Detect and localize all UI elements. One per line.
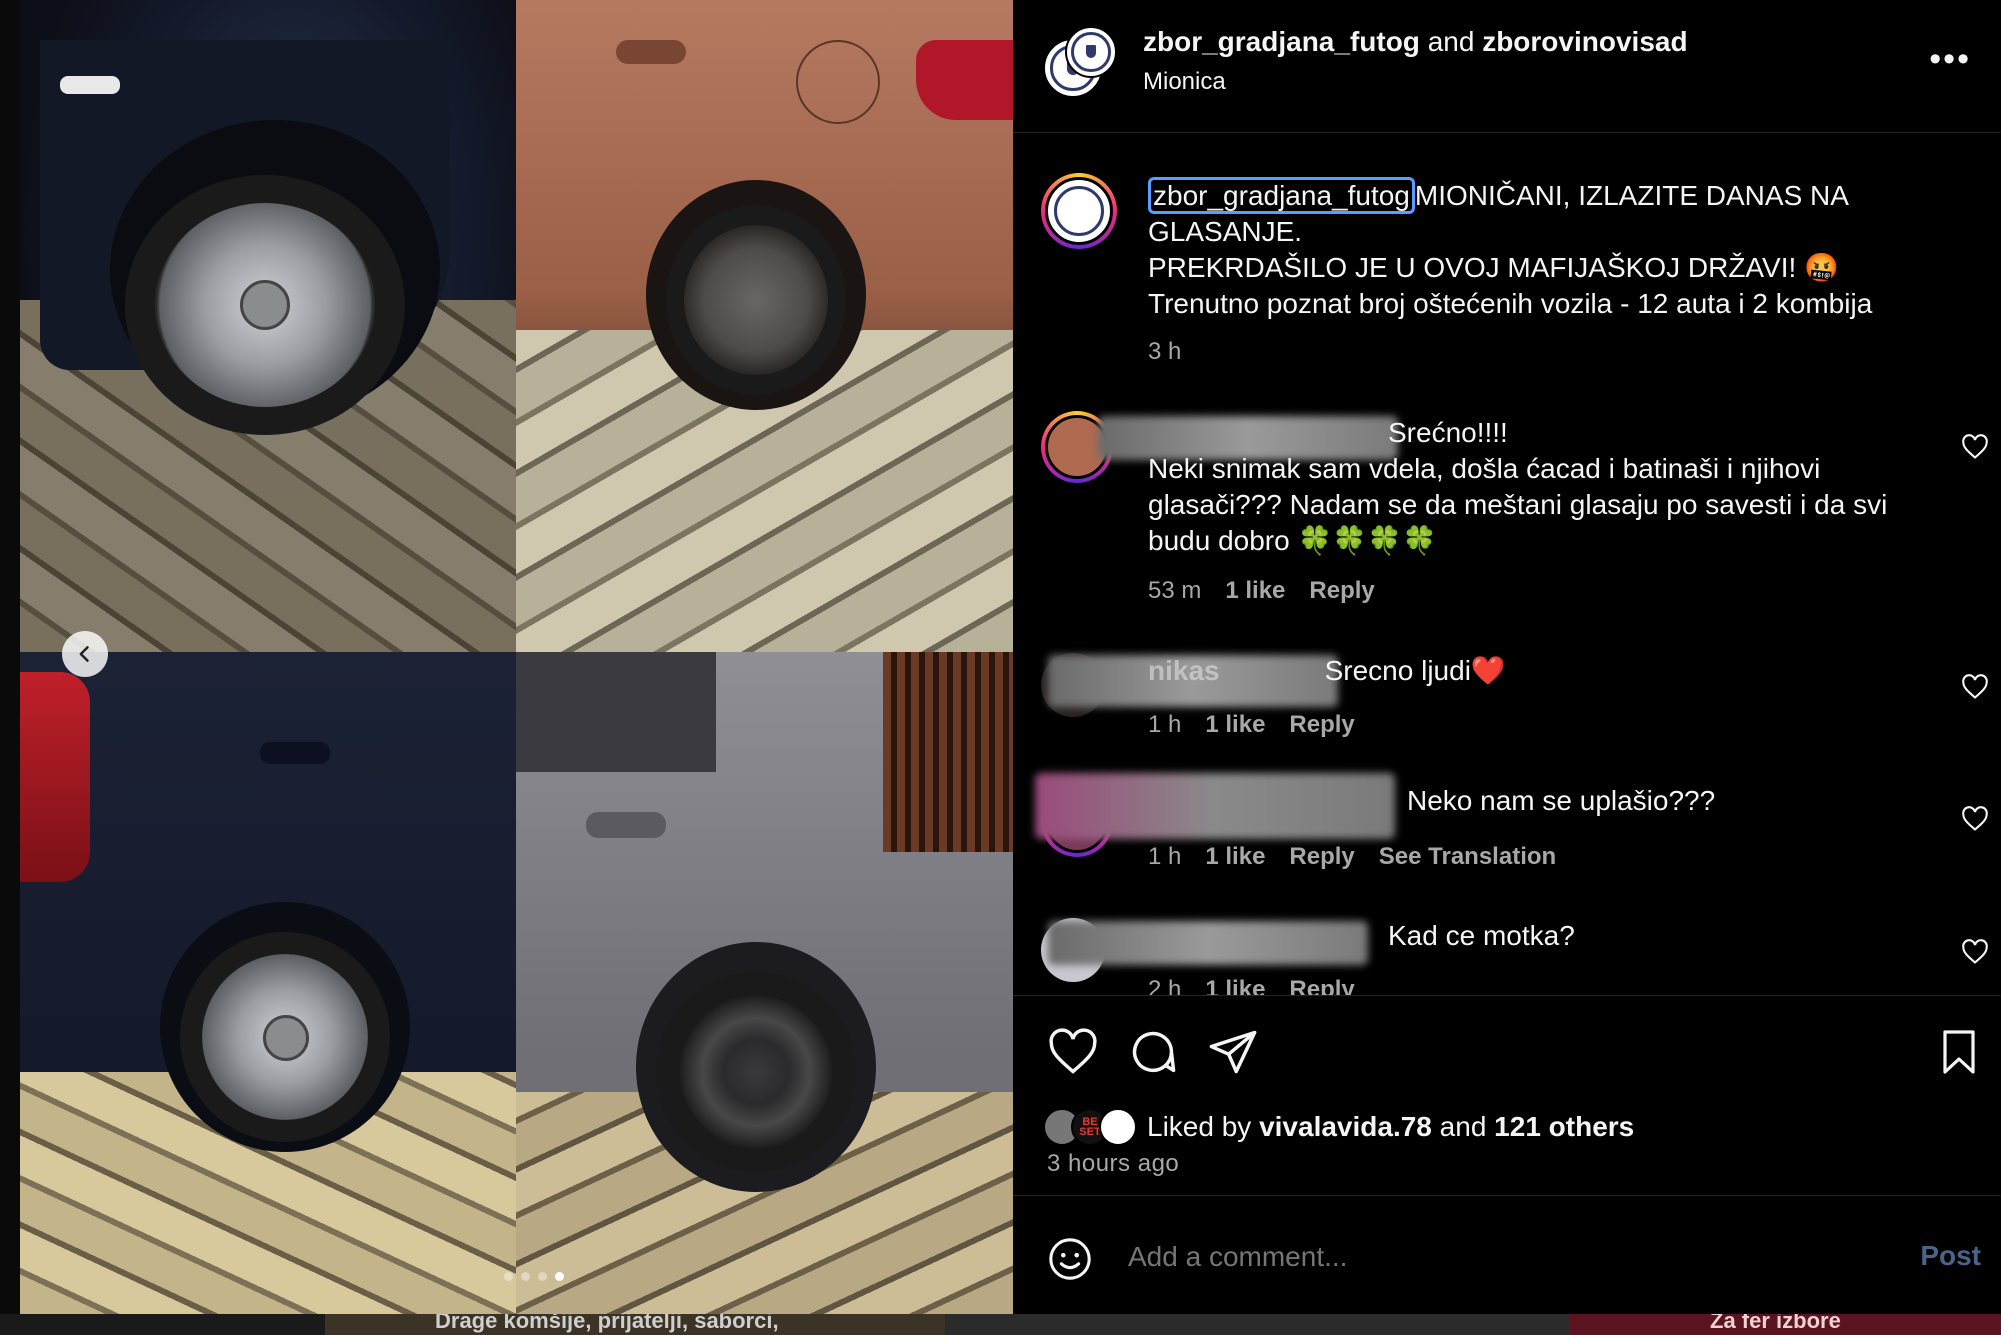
comment-text: Srećno!!!! Neki snimak sam vdela, došla … (1148, 415, 1948, 559)
reply-button[interactable]: Reply (1289, 843, 1354, 871)
carousel-dots (504, 1272, 564, 1281)
photo-flat-tire-3 (20, 652, 516, 1314)
comment-line: Neki snimak sam vdela, došla ćacad i bat… (1148, 453, 1888, 556)
post-actions (1013, 995, 2001, 1106)
likes-count[interactable]: 1 like (1205, 976, 1265, 995)
comment-meta: 2 h 1 like Reply (1148, 976, 1355, 995)
caption-meta: 3 h (1148, 338, 1181, 366)
likes-others[interactable]: 121 others (1494, 1111, 1634, 1142)
comment-text: Neko nam se uplašio??? (1148, 783, 1948, 819)
like-heart-icon[interactable] (1047, 1026, 1099, 1078)
timestamp: 1 h (1148, 843, 1182, 870)
comment-line: Srećno!!!! (1388, 417, 1508, 448)
comment-line: Srecno ljudi❤️ (1324, 655, 1506, 686)
post-header: zbor_gradjana_futog and zborovinovisad M… (1013, 0, 2001, 133)
post-media-carousel[interactable] (20, 0, 1013, 1314)
timestamp: 53 m (1148, 577, 1202, 604)
comment-line: Kad ce motka? (1388, 920, 1575, 951)
comment-meta: 53 m 1 like Reply (1148, 577, 1375, 605)
post-side-panel: zbor_gradjana_futog and zborovinovisad M… (1013, 0, 2001, 1314)
heart-icon[interactable] (1961, 673, 1989, 701)
reply-button[interactable]: Reply (1289, 976, 1354, 995)
chevron-left-icon (79, 646, 89, 662)
likes-count[interactable]: 1 like (1225, 577, 1285, 605)
comment-username[interactable]: nikas (1148, 655, 1220, 686)
likes-summary: BE SET Liked by vivalavida.78 and 121 ot… (1043, 1108, 1634, 1146)
comments-list[interactable]: zbor_gradjana_futog MIONIČANI, IZLAZITE D… (1013, 133, 2001, 995)
add-comment-bar: Post (1013, 1195, 2001, 1315)
reply-button[interactable]: Reply (1309, 577, 1374, 605)
more-options-icon[interactable]: ••• (1929, 40, 1971, 79)
liker-avatar[interactable] (1099, 1108, 1137, 1146)
photo-flat-tire-2 (516, 0, 1013, 652)
likes-count[interactable]: 1 like (1205, 711, 1265, 739)
comment-input[interactable] (1126, 1240, 1830, 1274)
post-timestamp[interactable]: 3 hours ago (1047, 1150, 1179, 1178)
heart-icon[interactable] (1961, 433, 1989, 461)
avatar[interactable] (1065, 26, 1117, 78)
carousel-dot[interactable] (521, 1272, 530, 1281)
caption-line: Trenutno poznat broj oštećenih vozila - … (1148, 288, 1873, 319)
location-link[interactable]: Mionica (1143, 68, 1226, 96)
likes-joiner: and (1439, 1111, 1487, 1142)
likes-prefix: Liked by (1147, 1111, 1252, 1142)
share-icon[interactable] (1207, 1026, 1259, 1078)
post-comment-button[interactable]: Post (1920, 1240, 1981, 1272)
timestamp: 1 h (1148, 711, 1182, 738)
liker-username[interactable]: vivalavida.78 (1259, 1111, 1432, 1142)
carousel-dot-active[interactable] (555, 1272, 564, 1281)
background-tile (945, 1314, 1570, 1335)
caption-line: PREKRDAŠILO JE U OVOJ MAFIJAŠKOJ DRŽAVI!… (1148, 252, 1839, 283)
carousel-dot[interactable] (504, 1272, 513, 1281)
authors-joiner: and (1427, 26, 1475, 57)
caption-line: MIONIČANI, IZLAZITE DANAS NA (1414, 180, 1849, 211)
photo-flat-tire-1 (20, 0, 516, 652)
heart-icon[interactable] (1961, 805, 1989, 833)
avatar[interactable] (1041, 173, 1117, 249)
backdrop-edge (0, 0, 20, 1314)
timestamp: 2 h (1148, 976, 1182, 995)
comment-line: Neko nam se uplašio??? (1407, 785, 1716, 816)
see-translation-button[interactable]: See Translation (1379, 843, 1556, 871)
comment-meta: 1 h 1 like Reply (1148, 711, 1355, 739)
background-tile: Za fer izbore (1570, 1308, 2001, 1335)
bookmark-icon[interactable] (1935, 1026, 1983, 1078)
emoji-icon[interactable] (1047, 1236, 1093, 1282)
comment-meta: 1 h 1 like Reply See Translation (1148, 843, 1556, 871)
photo-flat-tire-4 (516, 652, 1013, 1314)
caption-line: GLASANJE. (1148, 216, 1303, 247)
post-authors: zbor_gradjana_futog and zborovinovisad (1143, 26, 1688, 58)
author-link[interactable]: zbor_gradjana_futog (1143, 26, 1420, 57)
carousel-dot[interactable] (538, 1272, 547, 1281)
post-caption: zbor_gradjana_futog MIONIČANI, IZLAZITE D… (1148, 177, 1948, 322)
comment-icon[interactable] (1127, 1026, 1179, 1078)
heart-icon[interactable] (1961, 938, 1989, 966)
background-strip: Drage komšije, prijatelji, saborci, Za f… (0, 1308, 2001, 1335)
mention-link[interactable]: zbor_gradjana_futog (1148, 177, 1415, 214)
carousel-prev-button[interactable] (62, 631, 108, 677)
timestamp: 3 h (1148, 338, 1182, 365)
comment-text: Kad ce motka? (1148, 918, 1948, 954)
likes-text[interactable]: Liked by vivalavida.78 and 121 others (1147, 1111, 1634, 1143)
author-link[interactable]: zborovinovisad (1482, 26, 1687, 57)
background-tile: Drage komšije, prijatelji, saborci, (325, 1308, 945, 1335)
comment-text: nikas Srecno ljudi❤️ (1148, 653, 1948, 689)
reply-button[interactable]: Reply (1289, 711, 1354, 739)
likes-count[interactable]: 1 like (1205, 843, 1265, 871)
